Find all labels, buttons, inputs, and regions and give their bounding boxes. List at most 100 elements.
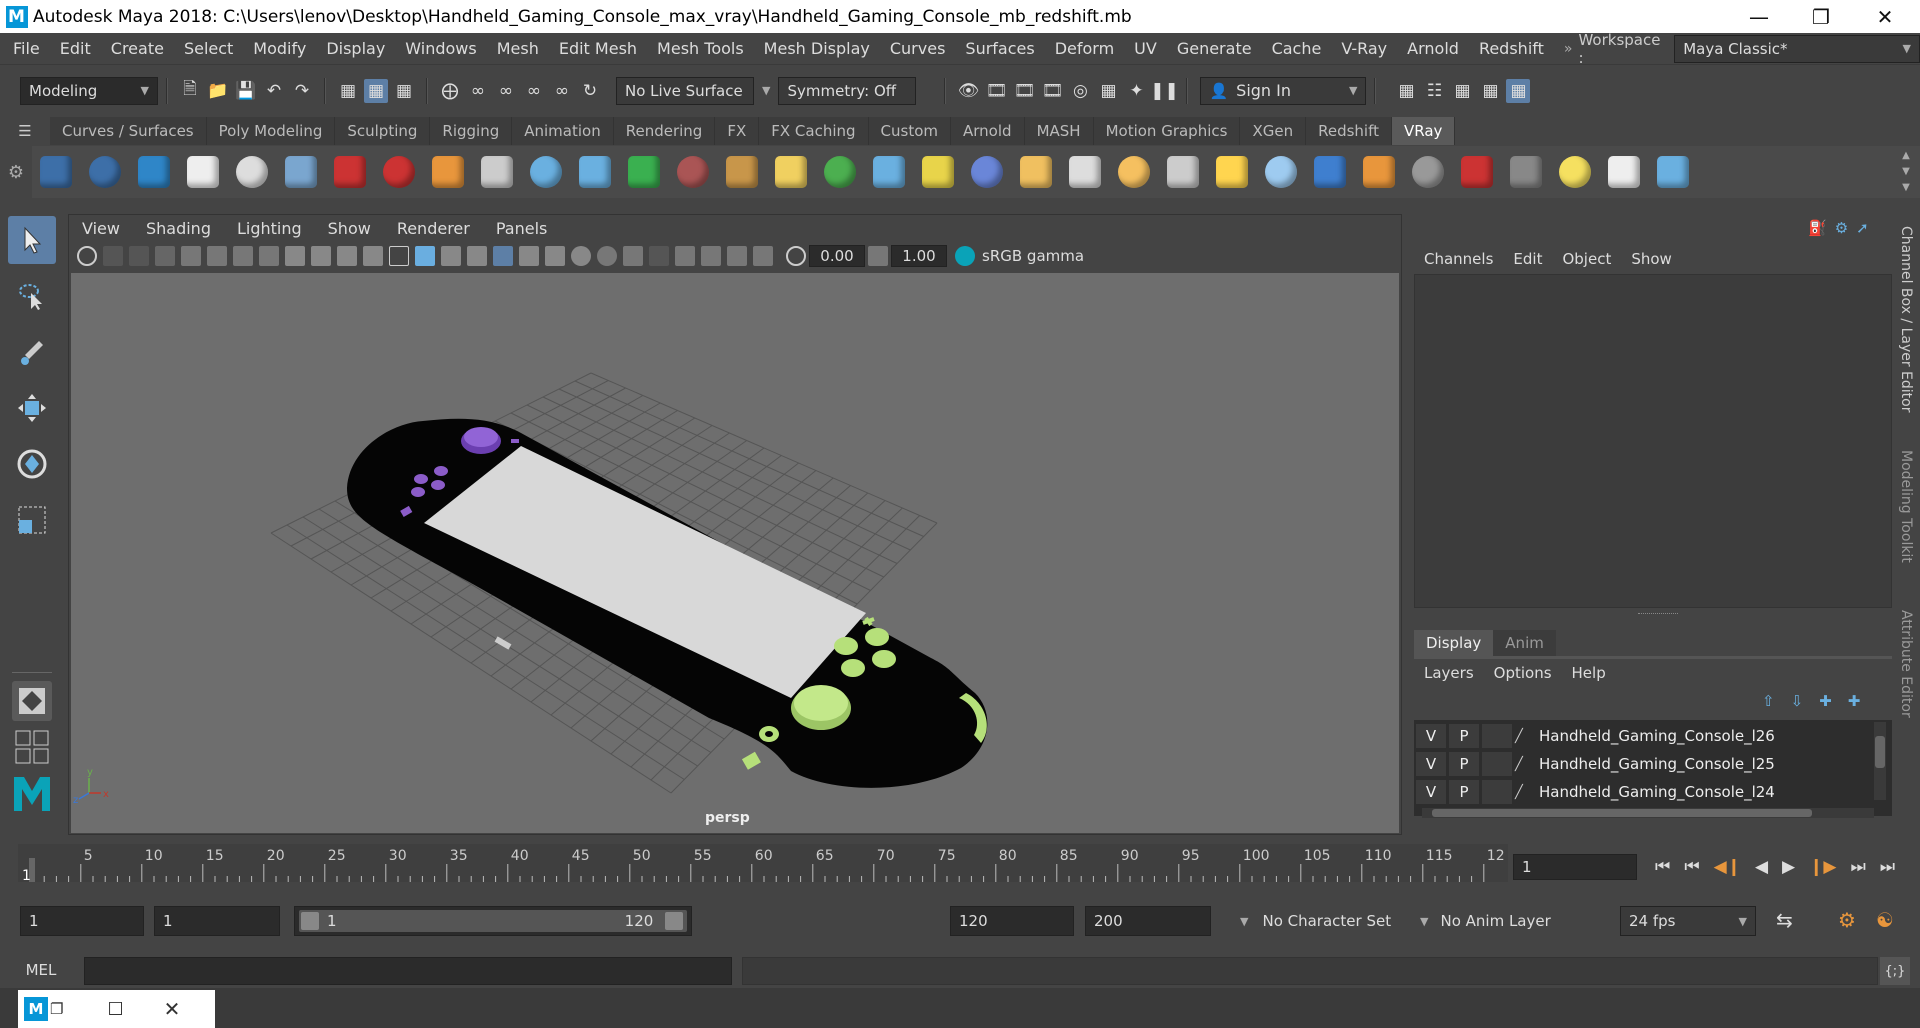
viewport-menu-show[interactable]: Show — [315, 219, 384, 238]
default-material-icon[interactable] — [441, 246, 461, 266]
vray-grass-icon[interactable] — [819, 151, 861, 193]
vray-ball-icon[interactable] — [966, 151, 1008, 193]
maya-home-icon[interactable] — [8, 769, 56, 817]
snap-grid-icon[interactable]: ⨁ — [438, 79, 462, 103]
depth-of-field-icon[interactable] — [649, 246, 669, 266]
tab-mash[interactable]: MASH — [1024, 117, 1094, 145]
channel-menu-object[interactable]: Object — [1552, 250, 1621, 268]
modeling-toolkit-icon[interactable]: ▦ — [1394, 79, 1418, 103]
new-layer-selected-icon[interactable]: ✚ — [1848, 692, 1861, 710]
layer-name[interactable]: Handheld_Gaming_Console_l24 — [1539, 783, 1775, 801]
menu-modify[interactable]: Modify — [243, 39, 316, 58]
shelf-menu-icon[interactable]: ☰ — [0, 117, 50, 145]
loop-icon[interactable]: ⇆ — [1776, 908, 1793, 932]
grid-toggle-icon[interactable] — [311, 246, 331, 266]
channel-menu-channels[interactable]: Channels — [1414, 250, 1503, 268]
script-editor-icon[interactable]: {;} — [1880, 957, 1910, 985]
fps-dropdown[interactable]: 24 fps ▼ — [1620, 906, 1756, 936]
menu-create[interactable]: Create — [101, 39, 174, 58]
b-button[interactable] — [841, 659, 865, 677]
script-language-label[interactable]: MEL — [0, 952, 82, 988]
menu-v-ray[interactable]: V-Ray — [1331, 39, 1397, 58]
timeline-ruler[interactable]: 5 10 15 20 25 30 35 40 45 50 55 60 65 70 75 80 85 90 95 100… — [18, 840, 1508, 886]
vray-dome-light-icon[interactable] — [280, 151, 322, 193]
vray-checker-icon[interactable] — [1407, 151, 1449, 193]
vray-particle-icon[interactable] — [868, 151, 910, 193]
multisample-icon[interactable] — [623, 246, 643, 266]
tab-fx[interactable]: FX — [715, 117, 760, 145]
layer-name[interactable]: Handheld_Gaming_Console_l26 — [1539, 727, 1775, 745]
menu-mesh-display[interactable]: Mesh Display — [754, 39, 880, 58]
move-tool-icon[interactable] — [8, 384, 56, 432]
tab-animation[interactable]: Animation — [512, 117, 614, 145]
range-start-grip[interactable] — [301, 912, 319, 930]
channel-menu-show[interactable]: Show — [1621, 250, 1681, 268]
vray-dome-half-icon[interactable] — [1015, 151, 1057, 193]
layer-color-swatch[interactable] — [1482, 724, 1512, 748]
vray-cone-icon[interactable] — [574, 151, 616, 193]
attribute-editor-icon[interactable]: ▦ — [1450, 79, 1474, 103]
vray-fur-icon[interactable] — [672, 151, 714, 193]
close-window-icon[interactable]: ✕ — [164, 997, 181, 1021]
tab-curves-surfaces[interactable]: Curves / Surfaces — [50, 117, 207, 145]
layer-menu-options[interactable]: Options — [1484, 664, 1562, 682]
move-layer-down-icon[interactable]: ⇩ — [1791, 692, 1804, 710]
vray-material-icon[interactable] — [1358, 151, 1400, 193]
vray-settings-icon[interactable] — [231, 151, 273, 193]
xray-joints-icon[interactable] — [285, 246, 305, 266]
close-button[interactable]: ✕ — [1860, 0, 1910, 33]
menu-redshift[interactable]: Redshift — [1469, 39, 1554, 58]
layer-visibility-toggle[interactable]: V — [1416, 752, 1446, 776]
dpad-left-button[interactable] — [411, 487, 425, 497]
y-button[interactable] — [834, 637, 858, 655]
vray-logo-icon[interactable] — [182, 151, 224, 193]
tab-custom[interactable]: Custom — [868, 117, 952, 145]
tab-attribute-editor[interactable]: Attribute Editor — [1898, 610, 1914, 718]
vray-table-icon[interactable] — [1505, 151, 1547, 193]
layer-menu-help[interactable]: Help — [1562, 664, 1616, 682]
vray-spot-icon[interactable] — [1064, 151, 1106, 193]
minimize-button[interactable]: — — [1734, 0, 1784, 33]
tab-anim[interactable]: Anim — [1493, 630, 1556, 656]
expand-icon[interactable]: ➚ — [1856, 219, 1869, 237]
vray-displacement-icon[interactable] — [623, 151, 665, 193]
sign-in-dropdown[interactable]: 👤 Sign In ▼ — [1200, 76, 1367, 105]
vray-ies-icon[interactable] — [1162, 151, 1204, 193]
go-to-end-icon[interactable]: ⏭ — [1880, 857, 1895, 877]
layer-color-swatch[interactable] — [1482, 780, 1512, 804]
film-gate-icon[interactable] — [233, 246, 253, 266]
new-scene-icon[interactable]: 🗎 — [178, 79, 202, 103]
layer-playback-toggle[interactable]: P — [1449, 724, 1479, 748]
layer-visibility-toggle[interactable]: V — [1416, 780, 1446, 804]
view-transform-label[interactable]: sRGB gamma — [982, 247, 1084, 265]
workspace-dropdown[interactable]: Maya Classic* ▼ — [1674, 34, 1920, 63]
select-object-icon[interactable]: ▦ — [364, 78, 388, 103]
vray-rect-plane-icon[interactable] — [476, 151, 518, 193]
vray-cloud-icon[interactable] — [1603, 151, 1645, 193]
menu-select[interactable]: Select — [174, 39, 243, 58]
tab-arnold[interactable]: Arnold — [951, 117, 1025, 145]
vray-sun-icon[interactable] — [1211, 151, 1253, 193]
range-end-grip[interactable] — [665, 912, 683, 930]
color-management-icon[interactable] — [955, 246, 975, 266]
motion-blur-icon[interactable] — [597, 246, 617, 266]
vray-help-icon[interactable] — [1652, 151, 1694, 193]
hscroll-thumb[interactable] — [1432, 809, 1812, 817]
camera-lock-icon[interactable] — [103, 246, 123, 266]
menu-generate[interactable]: Generate — [1167, 39, 1262, 58]
render-view-icon[interactable]: 👁 — [956, 79, 980, 103]
open-scene-icon[interactable]: 📁 — [206, 79, 230, 103]
ipr-render-icon[interactable]: 🎞 — [1012, 79, 1036, 103]
vray-plane-icon[interactable] — [1260, 151, 1302, 193]
layer-row[interactable]: V P ╱ Handheld_Gaming_Console_l24 — [1416, 778, 1876, 806]
render-setup-icon[interactable]: ▦ — [1096, 79, 1120, 103]
go-to-start-icon[interactable]: ⏮ — [1655, 857, 1670, 877]
vray-blue-sphere-icon[interactable] — [1309, 151, 1351, 193]
image-plane-icon[interactable] — [155, 246, 175, 266]
use-lights-icon[interactable] — [519, 246, 539, 266]
tab-xgen[interactable]: XGen — [1240, 117, 1307, 145]
safe-action-icon[interactable] — [363, 246, 383, 266]
camera-attributes-icon[interactable] — [77, 246, 97, 266]
channel-menu-edit[interactable]: Edit — [1503, 250, 1552, 268]
step-forward-frame-icon[interactable]: ❙▶ — [1809, 857, 1836, 877]
